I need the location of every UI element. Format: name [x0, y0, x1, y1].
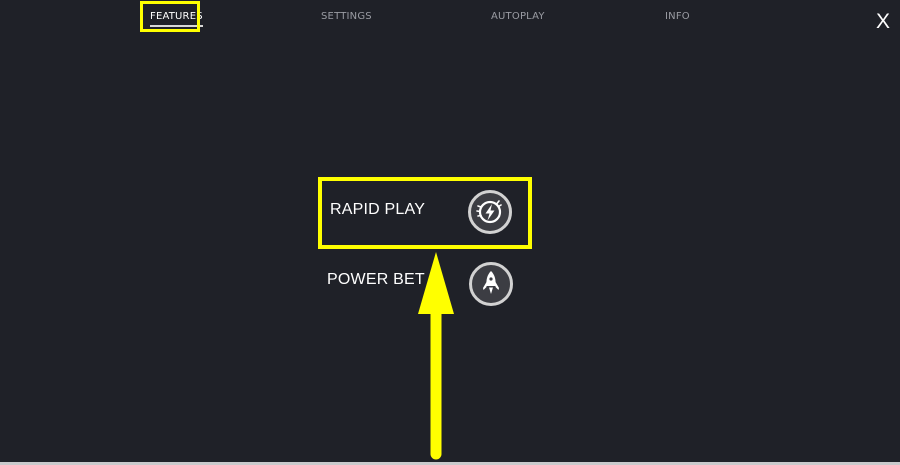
- rocket-icon: [483, 271, 499, 294]
- annotation-arrow: [418, 252, 454, 460]
- tab-settings-label: SETTINGS: [321, 11, 372, 22]
- tab-settings[interactable]: SETTINGS: [321, 11, 372, 22]
- rapid-play-highlight: [318, 177, 532, 249]
- tab-autoplay-label: AUTOPLAY: [491, 11, 545, 22]
- tab-autoplay[interactable]: AUTOPLAY: [491, 11, 545, 22]
- features-tab-highlight: [140, 1, 200, 32]
- tab-info[interactable]: INFO: [665, 11, 690, 22]
- features-screen: FEATURES SETTINGS AUTOPLAY INFO X RAPID …: [0, 0, 900, 465]
- power-bet-button[interactable]: [469, 262, 513, 306]
- close-button[interactable]: X: [876, 10, 890, 34]
- tab-info-label: INFO: [665, 11, 690, 22]
- power-bet-label: POWER BET: [327, 271, 425, 288]
